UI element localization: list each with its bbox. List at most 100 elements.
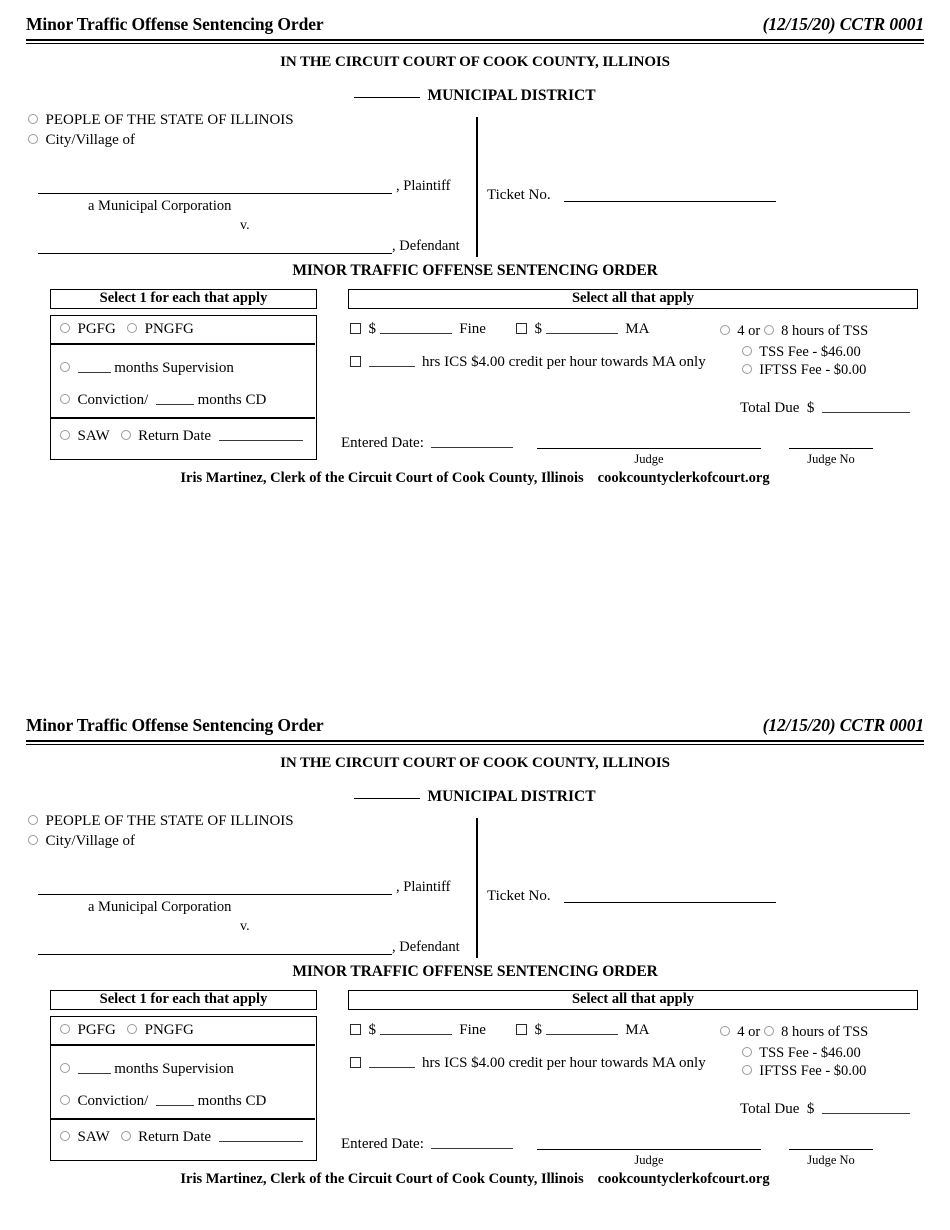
plaintiff-name-field[interactable] — [38, 193, 392, 194]
ma-row: $ MA — [516, 321, 649, 338]
plaintiff-option-city-village[interactable]: City/Village of — [28, 833, 135, 850]
ticket-number-field[interactable] — [564, 201, 776, 202]
conviction-row: Conviction/ months CD — [60, 392, 266, 409]
radio-pgfg-icon[interactable] — [60, 1024, 70, 1034]
ticket-number-label: Ticket No. — [487, 187, 551, 203]
ma-amount-field[interactable] — [545, 1034, 618, 1035]
conviction-months-field[interactable] — [155, 404, 194, 405]
total-due-label: Total Due — [740, 1101, 800, 1117]
radio-saw-icon[interactable] — [60, 1131, 70, 1141]
supervision-months-field[interactable] — [77, 372, 111, 373]
radio-pngfg-icon[interactable] — [127, 1024, 138, 1034]
pngfg-label: PNGFG — [144, 321, 194, 337]
conviction-row: Conviction/ months CD — [60, 1093, 266, 1110]
radio-people-of-state-icon[interactable] — [28, 114, 38, 124]
entered-date-field[interactable] — [431, 447, 514, 448]
total-due-field[interactable] — [821, 1113, 910, 1114]
radio-supervision-icon[interactable] — [60, 362, 70, 372]
right-panel-heading: Select all that apply — [348, 289, 918, 309]
supervision-months-field[interactable] — [77, 1073, 111, 1074]
checkbox-ma-icon[interactable] — [516, 1024, 527, 1035]
judge-caption: Judge — [634, 452, 664, 466]
ics-hours-field[interactable] — [368, 1067, 415, 1068]
radio-tss-fee-icon[interactable] — [742, 1047, 752, 1057]
court-heading: IN THE CIRCUIT COURT OF COOK COUNTY, ILL… — [280, 755, 670, 771]
left-panel-body: PGFG PNGFG months Supervision Conviction… — [50, 315, 317, 460]
clerk-line: Iris Martinez, Clerk of the Circuit Cour… — [180, 1171, 584, 1187]
judge-number-caption: Judge No — [807, 1153, 855, 1167]
ma-label: MA — [625, 321, 650, 337]
ma-currency-label: $ — [534, 321, 543, 337]
entered-date-field[interactable] — [431, 1148, 514, 1149]
plaintiff-label: , Plaintiff — [396, 178, 451, 194]
return-date-label: Return Date — [138, 1129, 212, 1145]
left-panel-heading: Select 1 for each that apply — [50, 289, 317, 309]
tss-fee-label: TSS Fee - $46.00 — [759, 344, 861, 360]
checkbox-fine-icon[interactable] — [350, 1024, 361, 1035]
radio-supervision-icon[interactable] — [60, 1063, 70, 1073]
radio-tss-fee-icon[interactable] — [742, 346, 752, 356]
radio-city-village-icon[interactable] — [28, 134, 38, 144]
total-due-field[interactable] — [821, 412, 910, 413]
entered-date-label: Entered Date: — [341, 1136, 424, 1152]
fine-row: $ Fine — [350, 321, 486, 338]
municipal-district-blank[interactable] — [354, 97, 421, 98]
judge-number-field[interactable] — [789, 1149, 873, 1150]
municipal-district-line: MUNICIPAL DISTRICT — [0, 87, 950, 105]
defendant-name-field[interactable] — [38, 253, 392, 254]
radio-tss-4-hours-icon[interactable] — [720, 325, 730, 335]
right-panel-heading: Select all that apply — [348, 990, 918, 1010]
ma-amount-field[interactable] — [545, 333, 618, 334]
plaintiff-option-city-village[interactable]: City/Village of — [28, 132, 135, 149]
radio-saw-icon[interactable] — [60, 430, 70, 440]
plaintiff-name-field[interactable] — [38, 894, 392, 895]
tss-hours-suffix-label: 8 hours of TSS — [781, 1024, 869, 1040]
defendant-name-field[interactable] — [38, 954, 392, 955]
plaintiff-option-people[interactable]: PEOPLE OF THE STATE OF ILLINOIS — [28, 813, 294, 830]
conviction-months-field[interactable] — [155, 1105, 194, 1106]
ics-hours-field[interactable] — [368, 366, 415, 367]
radio-city-village-icon[interactable] — [28, 835, 38, 845]
iftss-fee-label: IFTSS Fee - $0.00 — [759, 1063, 867, 1079]
versus-label: v. — [240, 218, 250, 233]
return-date-field[interactable] — [218, 1141, 303, 1142]
radio-iftss-fee-icon[interactable] — [742, 364, 752, 374]
ics-label: hrs ICS $4.00 credit per hour towards MA… — [422, 354, 706, 370]
checkbox-ics-icon[interactable] — [350, 1057, 361, 1068]
total-due-currency: $ — [806, 400, 815, 416]
radio-conviction-icon[interactable] — [60, 394, 70, 404]
radio-conviction-icon[interactable] — [60, 1095, 70, 1105]
ticket-number-field[interactable] — [564, 902, 776, 903]
people-option-label: PEOPLE OF THE STATE OF ILLINOIS — [45, 813, 294, 829]
ticket-number-label: Ticket No. — [487, 888, 551, 904]
ma-currency-label: $ — [534, 1022, 543, 1038]
radio-tss-4-hours-icon[interactable] — [720, 1026, 730, 1036]
checkbox-fine-icon[interactable] — [350, 323, 361, 334]
radio-tss-8-hours-icon[interactable] — [763, 1026, 774, 1036]
radio-pgfg-icon[interactable] — [60, 323, 70, 333]
checkbox-ics-icon[interactable] — [350, 356, 361, 367]
versus-label: v. — [240, 919, 250, 934]
radio-return-date-icon[interactable] — [120, 1131, 131, 1141]
left-panel-divider-2 — [51, 417, 315, 419]
plaintiff-option-people[interactable]: PEOPLE OF THE STATE OF ILLINOIS — [28, 112, 294, 129]
fine-amount-field[interactable] — [379, 333, 452, 334]
return-date-field[interactable] — [218, 440, 303, 441]
radio-pngfg-icon[interactable] — [127, 323, 138, 333]
checkbox-ma-icon[interactable] — [516, 323, 527, 334]
municipal-district-blank[interactable] — [354, 798, 421, 799]
judge-number-field[interactable] — [789, 448, 873, 449]
radio-people-of-state-icon[interactable] — [28, 815, 38, 825]
judge-signature-field[interactable] — [537, 448, 761, 449]
radio-return-date-icon[interactable] — [120, 430, 131, 440]
form-code: (12/15/20) CCTR 0001 — [762, 715, 924, 735]
radio-tss-8-hours-icon[interactable] — [763, 325, 774, 335]
left-panel-heading: Select 1 for each that apply — [50, 990, 317, 1010]
judge-signature-field[interactable] — [537, 1149, 761, 1150]
fine-amount-field[interactable] — [379, 1034, 452, 1035]
clerk-line: Iris Martinez, Clerk of the Circuit Cour… — [180, 470, 584, 486]
clerk-website: cookcountyclerkofcourt.org — [597, 1171, 770, 1187]
radio-iftss-fee-icon[interactable] — [742, 1065, 752, 1075]
judge-caption: Judge — [634, 1153, 664, 1167]
ics-row: hrs ICS $4.00 credit per hour towards MA… — [350, 354, 706, 371]
